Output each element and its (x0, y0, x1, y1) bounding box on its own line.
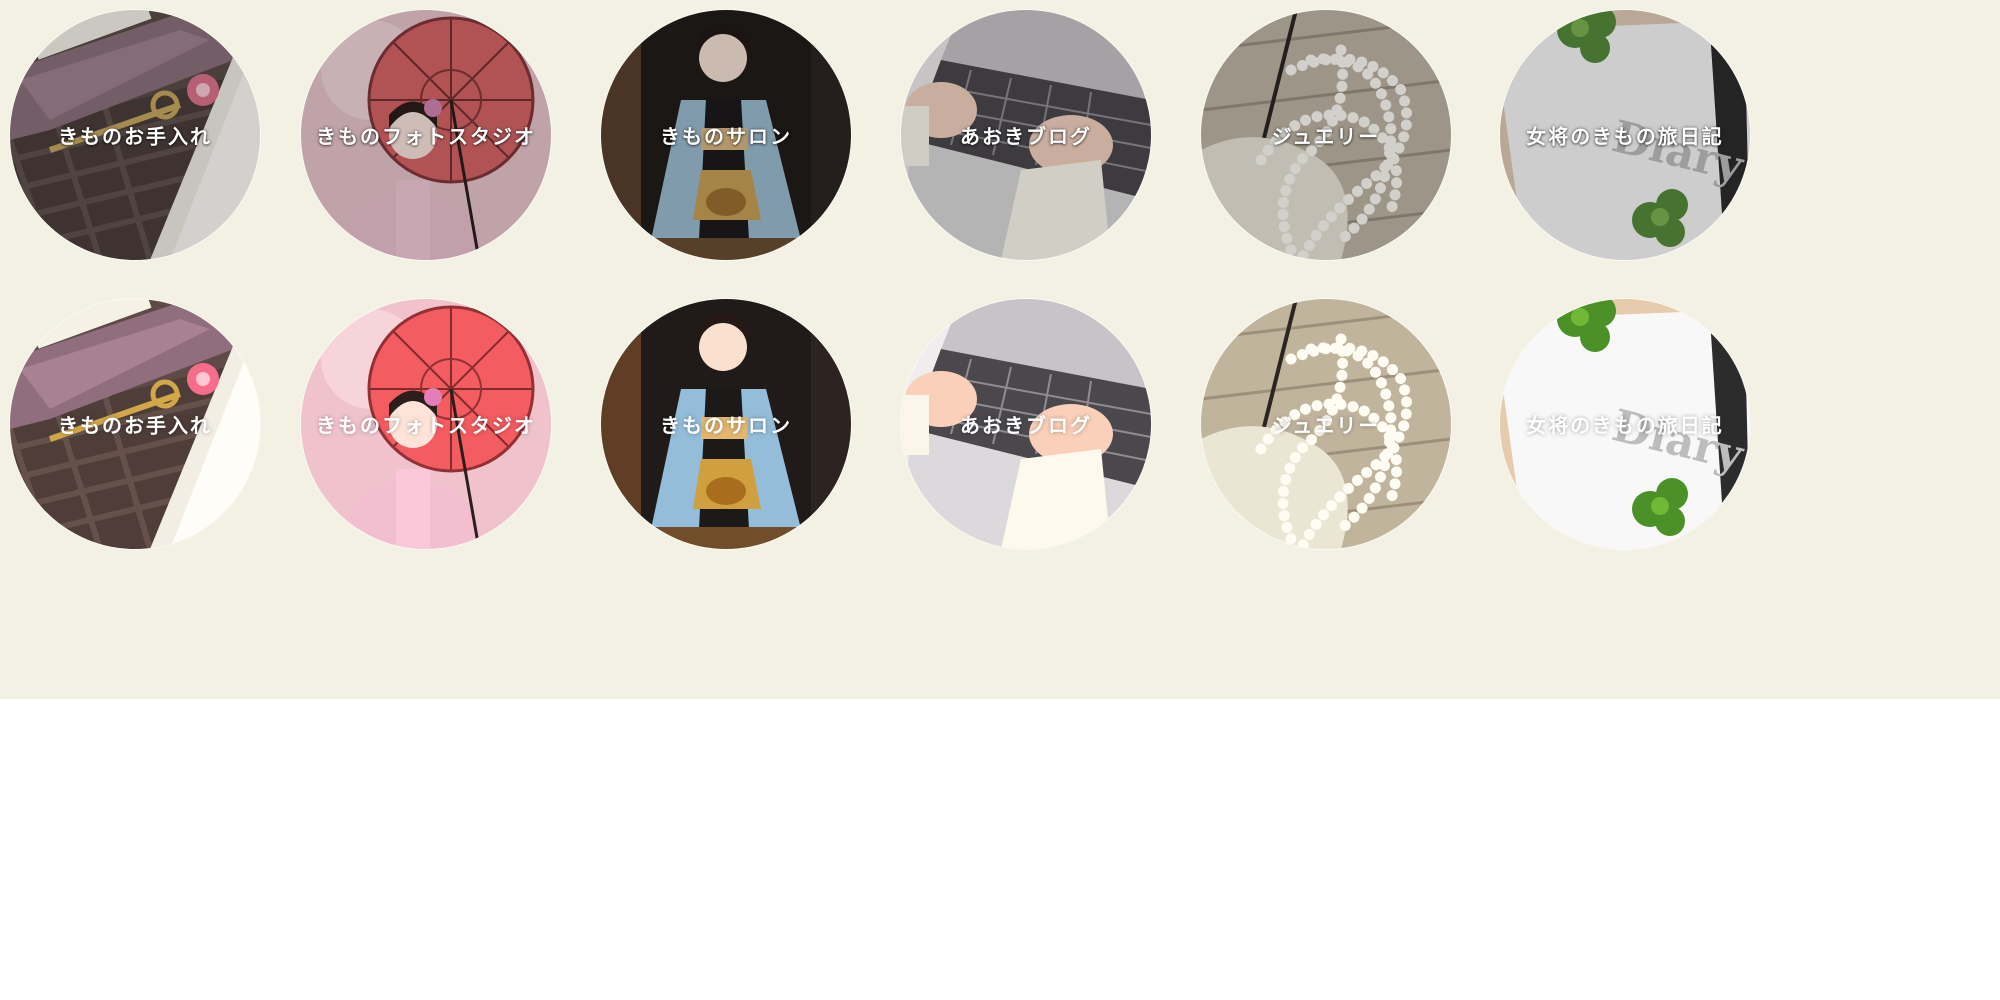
category-label: きものフォトスタジオ (316, 124, 536, 149)
category-link-aoki-blog[interactable]: あおきブログ (901, 10, 1151, 260)
category-label: きものサロン (660, 413, 792, 438)
category-link-kimono-care[interactable]: きものお手入れ (10, 299, 260, 549)
category-row-bright: きものお手入れ きものフォトスタジオ きものサロン あおきブログ ジュエリー 女… (0, 299, 2000, 551)
category-label: きものフォトスタジオ (316, 413, 536, 438)
category-link-travel-diary[interactable]: 女将のきもの旅日記 (1500, 10, 1750, 260)
category-link-kimono-salon[interactable]: きものサロン (601, 299, 851, 549)
category-link-jewelry[interactable]: ジュエリー (1201, 10, 1451, 260)
category-label: あおきブログ (960, 413, 1092, 438)
category-label: きものお手入れ (58, 124, 212, 149)
category-label: 女将のきもの旅日記 (1526, 413, 1724, 438)
category-link-kimono-salon[interactable]: きものサロン (601, 10, 851, 260)
category-label: 女将のきもの旅日記 (1526, 124, 1724, 149)
category-label: きものお手入れ (58, 413, 212, 438)
category-label: きものサロン (660, 124, 792, 149)
category-link-photo-studio[interactable]: きものフォトスタジオ (301, 10, 551, 260)
category-link-photo-studio[interactable]: きものフォトスタジオ (301, 299, 551, 549)
category-link-aoki-blog[interactable]: あおきブログ (901, 299, 1151, 549)
category-label: あおきブログ (960, 124, 1092, 149)
category-label: ジュエリー (1271, 413, 1381, 438)
category-label: ジュエリー (1271, 124, 1381, 149)
category-link-kimono-care[interactable]: きものお手入れ (10, 10, 260, 260)
category-link-jewelry[interactable]: ジュエリー (1201, 299, 1451, 549)
category-row-muted: きものお手入れ きものフォトスタジオ きものサロン あおきブログ ジュエリー 女… (0, 10, 2000, 262)
category-link-travel-diary[interactable]: 女将のきもの旅日記 (1500, 299, 1750, 549)
